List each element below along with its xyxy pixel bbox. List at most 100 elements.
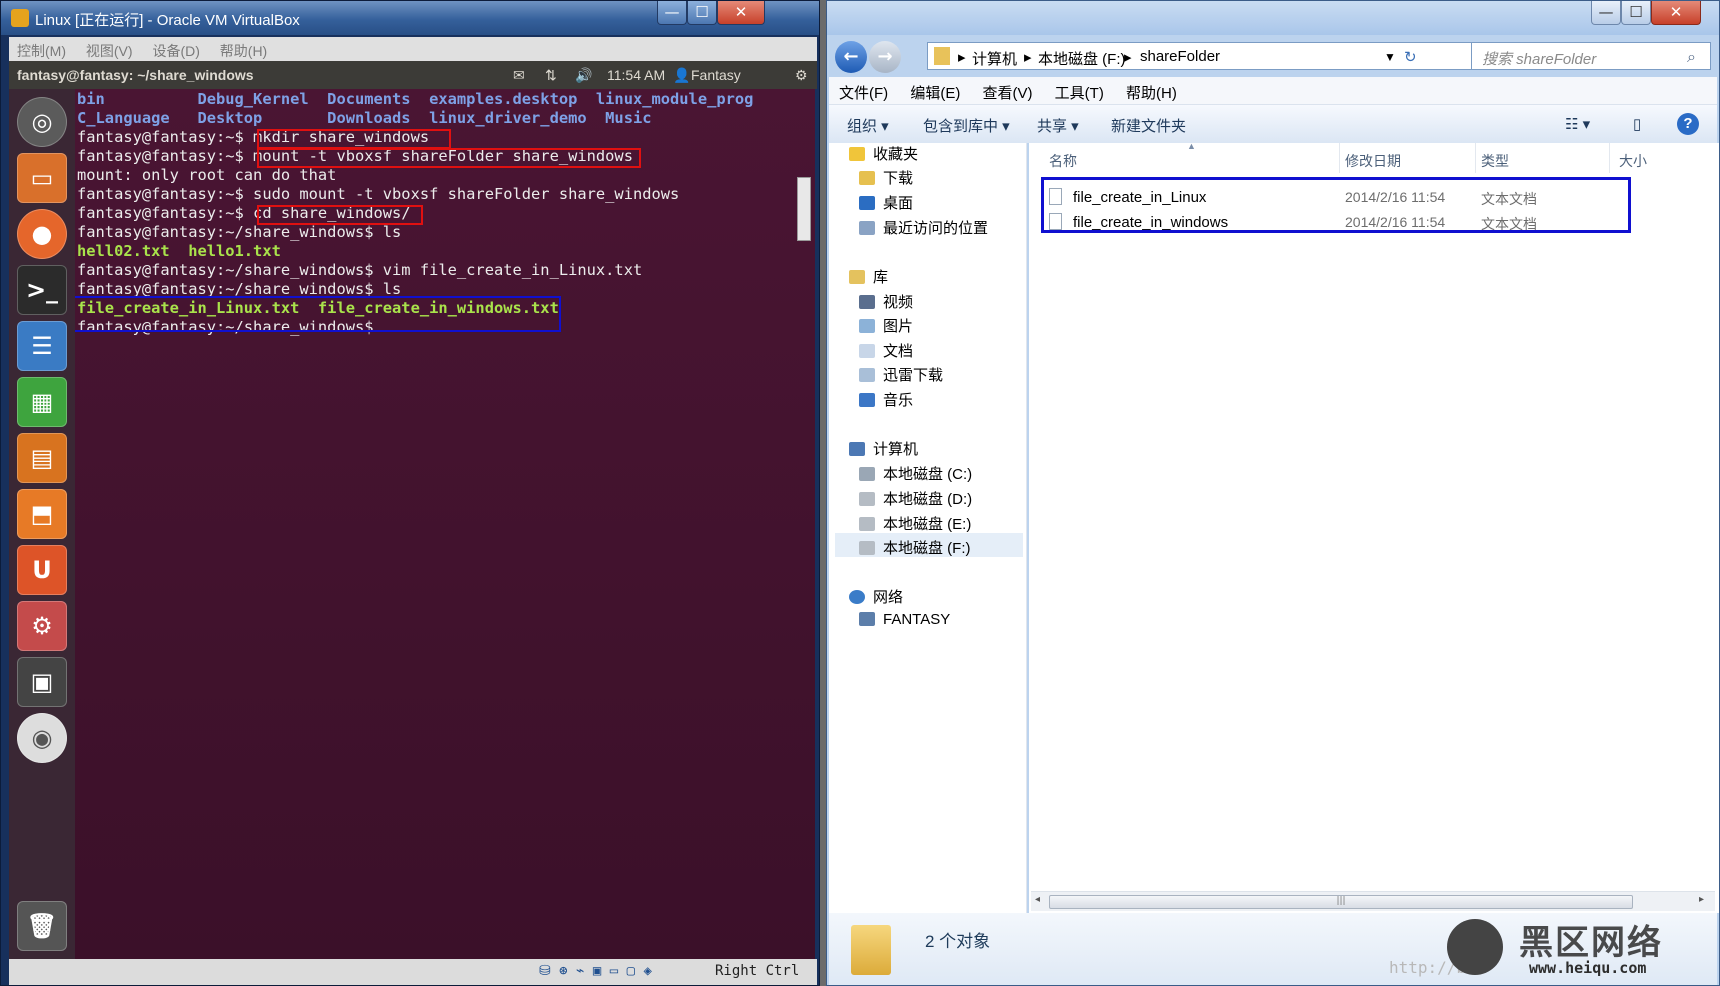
- nav-disk-d[interactable]: 本地磁盘 (D:): [859, 488, 972, 509]
- column-type[interactable]: 类型: [1481, 151, 1509, 171]
- preview-pane-icon[interactable]: ▯: [1633, 115, 1641, 133]
- dash-home-icon[interactable]: ◎: [17, 97, 67, 147]
- maximize-button[interactable]: ☐: [1621, 1, 1651, 25]
- nav-disk-f[interactable]: 本地磁盘 (F:): [859, 537, 971, 558]
- nav-videos[interactable]: 视频: [859, 291, 913, 312]
- workspaces-icon[interactable]: ▣: [17, 657, 67, 707]
- breadcrumb-sep: ▸: [1024, 49, 1032, 66]
- star-icon: [849, 147, 865, 161]
- menu-machine[interactable]: 控制(M): [9, 37, 74, 61]
- breadcrumb-computer[interactable]: 计算机: [972, 48, 1017, 69]
- nav-recent[interactable]: 最近访问的位置: [859, 217, 988, 238]
- mail-icon[interactable]: ✉: [513, 67, 525, 84]
- column-name[interactable]: 名称: [1049, 151, 1077, 171]
- ubuntu-one-icon[interactable]: U: [17, 545, 67, 595]
- firefox-icon[interactable]: ●: [17, 209, 67, 259]
- terminal-line: mount: only root can do that: [77, 166, 337, 184]
- menu-help[interactable]: 帮助(H): [1116, 77, 1185, 103]
- search-icon[interactable]: ⌕: [1687, 47, 1696, 67]
- address-bar[interactable]: ▸ 计算机 ▸ 本地磁盘 (F:) ▸ shareFolder ▼ ↻: [927, 42, 1477, 70]
- nav-music[interactable]: 音乐: [859, 389, 913, 410]
- device-status-icons[interactable]: ⛁ ⊛ ⌁ ▣ ▭ ▢ ◈: [539, 963, 652, 979]
- watermark-brand: 黑区网络: [1519, 924, 1663, 962]
- nav-disk-e[interactable]: 本地磁盘 (E:): [859, 513, 971, 534]
- breadcrumb-sep: ▸: [958, 49, 966, 66]
- volume-icon[interactable]: 🔊: [575, 67, 592, 84]
- system-settings-icon[interactable]: ⚙: [17, 601, 67, 651]
- nav-documents[interactable]: 文档: [859, 340, 913, 361]
- nav-desktop[interactable]: 桌面: [859, 192, 913, 213]
- user-icon: 👤: [673, 67, 691, 83]
- terminal-scrollbar[interactable]: [797, 177, 811, 241]
- include-in-library-button[interactable]: 包含到库中 ▾: [923, 115, 1010, 136]
- search-input[interactable]: 搜索 shareFolder: [1471, 42, 1711, 70]
- menu-devices[interactable]: 设备(D): [144, 37, 207, 61]
- minimize-button[interactable]: —: [657, 1, 687, 25]
- menu-view[interactable]: 查看(V): [973, 77, 1041, 103]
- calc-icon[interactable]: ▦: [17, 377, 67, 427]
- explorer-titlebar[interactable]: — ☐ ✕: [827, 1, 1719, 35]
- software-center-icon[interactable]: ⬒: [17, 489, 67, 539]
- menu-help[interactable]: 帮助(H): [212, 37, 275, 61]
- clock[interactable]: 11:54 AM: [607, 67, 665, 83]
- breadcrumb-sharefolder[interactable]: shareFolder: [1140, 48, 1220, 65]
- navigation-pane: 收藏夹 下载 桌面 最近访问的位置 库 视频 图片 文档 迅雷下载 音乐 计算机…: [829, 143, 1027, 913]
- nav-downloads[interactable]: 下载: [859, 167, 913, 188]
- help-icon[interactable]: ?: [1677, 113, 1699, 135]
- close-button[interactable]: ✕: [717, 1, 765, 25]
- organize-button[interactable]: 组织 ▾: [847, 115, 889, 136]
- forward-arrow-icon[interactable]: →: [869, 41, 901, 73]
- dvd-icon[interactable]: ◉: [17, 713, 67, 763]
- user-name[interactable]: Fantasy: [691, 67, 741, 83]
- maximize-button[interactable]: ☐: [687, 1, 717, 25]
- trash-icon[interactable]: 🗑: [17, 901, 67, 951]
- horizontal-scrollbar[interactable]: ◂ ||| ▸: [1031, 891, 1715, 911]
- virtualbox-title: Linux [正在运行] - Oracle VM VirtualBox: [35, 12, 300, 29]
- network-icon[interactable]: ⇅: [545, 67, 557, 84]
- column-divider[interactable]: [1339, 143, 1340, 173]
- minimize-button[interactable]: —: [1591, 1, 1621, 25]
- terminal-line: fantasy@fantasy:~/share_windows$ ls: [77, 223, 402, 241]
- column-size[interactable]: 大小: [1619, 151, 1647, 171]
- nav-libraries[interactable]: 库: [849, 266, 888, 287]
- nav-computer[interactable]: 计算机: [849, 438, 918, 459]
- column-modified[interactable]: 修改日期: [1345, 151, 1401, 171]
- file-list: 名称 ▲ 修改日期 类型 大小 file_create_in_Linux 201…: [1029, 141, 1719, 913]
- breadcrumb-disk-f[interactable]: 本地磁盘 (F:): [1038, 48, 1126, 69]
- nav-disk-c[interactable]: 本地磁盘 (C:): [859, 463, 972, 484]
- terminal[interactable]: bin Debug_Kernel Documents examples.desk…: [75, 89, 815, 959]
- scroll-thumb[interactable]: |||: [1049, 895, 1633, 909]
- nav-favorites[interactable]: 收藏夹: [849, 143, 918, 164]
- gear-icon[interactable]: ⚙: [795, 67, 808, 84]
- annotation-box-blue: [1041, 177, 1631, 233]
- menu-edit[interactable]: 编辑(E): [900, 77, 968, 103]
- scroll-right-icon[interactable]: ▸: [1699, 894, 1704, 905]
- view-options-icon[interactable]: ☷ ▾: [1565, 115, 1590, 133]
- close-button[interactable]: ✕: [1651, 1, 1701, 25]
- column-divider[interactable]: [1609, 143, 1610, 173]
- explorer-menubar: 文件(F) 编辑(E) 查看(V) 工具(T) 帮助(H): [829, 77, 1717, 105]
- new-folder-button[interactable]: 新建文件夹: [1111, 115, 1186, 136]
- refresh-icon[interactable]: ↻: [1404, 48, 1417, 66]
- menu-tools[interactable]: 工具(T): [1045, 77, 1112, 103]
- unity-launcher: ◎ ▭ ● >_ ☰ ▦ ▤ ⬒ U ⚙ ▣ ◉ 🗑: [9, 89, 75, 959]
- impress-icon[interactable]: ▤: [17, 433, 67, 483]
- nav-fantasy[interactable]: FANTASY: [859, 611, 950, 628]
- menu-file[interactable]: 文件(F): [829, 77, 896, 103]
- menu-view[interactable]: 视图(V): [78, 37, 141, 61]
- virtualbox-statusbar: ⛁ ⊛ ⌁ ▣ ▭ ▢ ◈ Right Ctrl: [9, 959, 817, 985]
- nav-thunder[interactable]: 迅雷下载: [859, 364, 943, 385]
- share-button[interactable]: 共享 ▾: [1037, 115, 1079, 136]
- terminal-icon[interactable]: >_: [17, 265, 67, 315]
- writer-icon[interactable]: ☰: [17, 321, 67, 371]
- virtualbox-titlebar[interactable]: Linux [正在运行] - Oracle VM VirtualBox — ☐ …: [1, 1, 819, 35]
- nav-network[interactable]: 网络: [849, 586, 903, 607]
- nav-pictures[interactable]: 图片: [859, 315, 913, 336]
- chevron-down-icon[interactable]: ▼: [1384, 50, 1396, 64]
- folder-icon: [934, 47, 950, 65]
- column-divider[interactable]: [1475, 143, 1476, 173]
- scroll-left-icon[interactable]: ◂: [1035, 894, 1040, 905]
- ubuntu-top-panel: fantasy@fantasy: ~/share_windows ✉ ⇅ 🔊 1…: [9, 61, 817, 89]
- files-icon[interactable]: ▭: [17, 153, 67, 203]
- back-arrow-icon[interactable]: ←: [835, 41, 867, 73]
